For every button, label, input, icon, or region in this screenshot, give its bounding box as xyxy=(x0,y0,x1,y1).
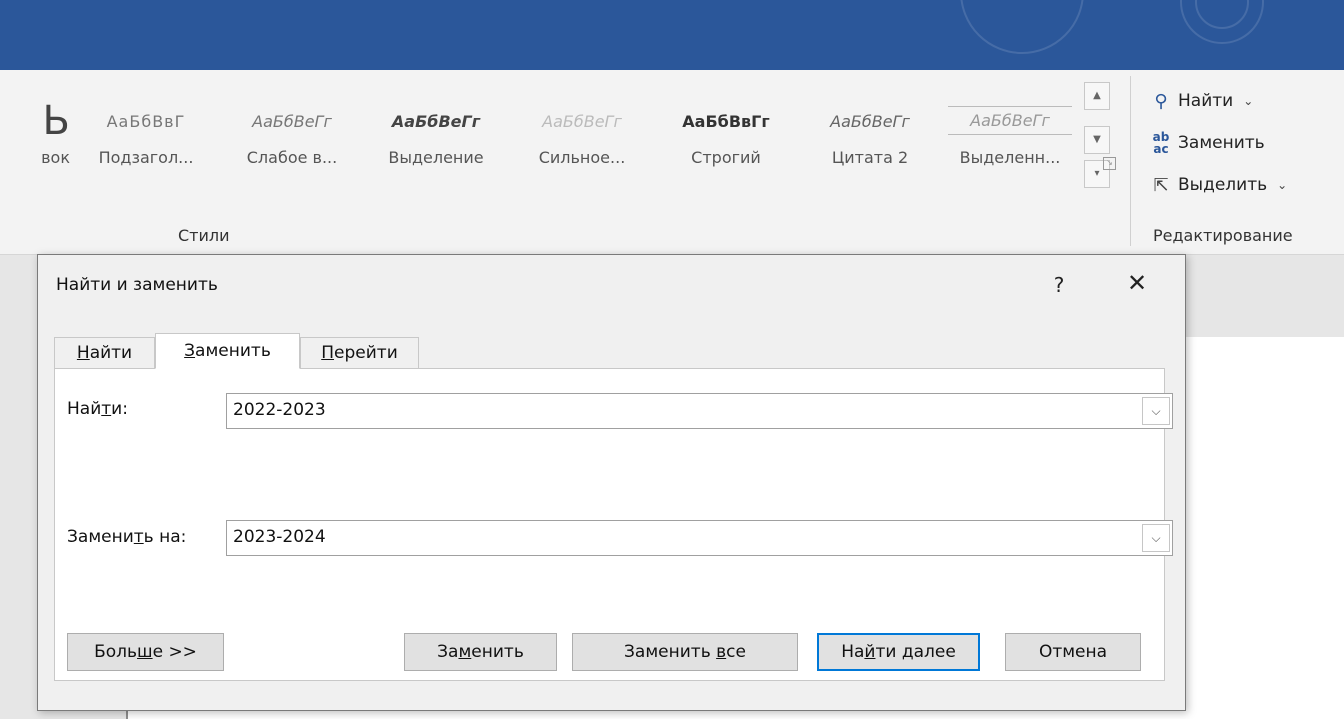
style-name: Подзагол... xyxy=(98,148,194,167)
replace-with-combobox[interactable]: 2023-2024 ⌵ xyxy=(226,520,1173,556)
group-separator xyxy=(1130,76,1131,246)
style-sample: Ь xyxy=(42,98,70,144)
replace-button-accesskey: м xyxy=(458,642,472,662)
more-button[interactable]: Больше >> xyxy=(67,633,224,671)
chevron-down-icon[interactable]: ⌵ xyxy=(1142,397,1170,425)
chevron-down-icon: ⌄ xyxy=(1243,94,1254,108)
tab-goto-label: ерейти xyxy=(334,343,398,363)
styles-gallery: Ь вок АаБбВвГ Подзагол... АаБбВеГг Слабо… xyxy=(0,80,1114,220)
replace-all-button-pre: Заменить xyxy=(624,642,717,662)
cancel-button-label: Отмена xyxy=(1038,642,1108,662)
replace-with-label-pre: Замени xyxy=(67,527,134,547)
replace-icon: ab ac xyxy=(1152,130,1170,156)
tab-find-label: айти xyxy=(89,343,133,363)
replace-with-label: Заменить на: xyxy=(67,527,186,547)
replace-button-post: енить xyxy=(471,642,524,662)
more-button-post: е >> xyxy=(152,642,197,662)
replace-with-input[interactable]: 2023-2024 xyxy=(233,527,326,547)
style-item[interactable]: АаБбВеГг Цитата 2 xyxy=(800,98,940,180)
tab-replace-accesskey: З xyxy=(184,341,196,361)
style-sample: АаБбВеГг xyxy=(948,106,1072,135)
replace-with-label-post: ь на: xyxy=(143,527,187,547)
more-button-pre: Боль xyxy=(94,642,138,662)
find-what-combobox[interactable]: 2022-2023 ⌵ xyxy=(226,393,1173,429)
tab-goto-accesskey: П xyxy=(321,343,335,363)
style-item[interactable]: АаБбВеГг Выделение xyxy=(366,98,506,180)
cursor-select-icon: ⇱ xyxy=(1153,174,1169,196)
style-sample: АаБбВеГг xyxy=(542,112,622,131)
replace-label: Заменить xyxy=(1178,133,1265,153)
find-what-label-pre: Най xyxy=(67,399,102,419)
find-next-button-pre: На xyxy=(841,642,865,662)
style-item[interactable]: АаБбВеГг Сильное... xyxy=(512,98,652,180)
replace-button-pre: За xyxy=(437,642,459,662)
style-item[interactable]: АаБбВеГг Слабое в... xyxy=(222,98,362,180)
select-button[interactable]: ⇱ Выделить ⌄ xyxy=(1150,170,1287,200)
style-sample: АаБбВвГг xyxy=(682,112,770,131)
style-sample: АаБбВеГг xyxy=(830,112,910,131)
replace-button[interactable]: ab ac Заменить xyxy=(1150,128,1265,158)
tab-find-accesskey: Н xyxy=(76,343,90,363)
styles-dialog-launcher[interactable]: ↘ xyxy=(1103,157,1116,170)
chevron-down-icon[interactable]: ⌵ xyxy=(1142,524,1170,552)
title-bar-decoration xyxy=(960,0,1084,54)
style-name: Выделенн... xyxy=(959,148,1061,167)
editing-group-label: Редактирование xyxy=(1153,226,1293,245)
style-sample: АаБбВвГ xyxy=(106,112,186,131)
find-next-button-accesskey: й xyxy=(864,642,876,662)
ribbon: Ь вок АаБбВвГ Подзагол... АаБбВеГг Слабо… xyxy=(0,70,1344,255)
style-sample: АаБбВеГг xyxy=(391,112,481,131)
style-item[interactable]: Ь вок xyxy=(0,98,70,180)
close-button[interactable]: ✕ xyxy=(1120,269,1154,297)
find-what-label-post: и: xyxy=(111,399,128,419)
window-title-bar xyxy=(0,0,1344,70)
more-button-accesskey: ш xyxy=(137,642,153,662)
cancel-button[interactable]: Отмена xyxy=(1005,633,1141,671)
replace-button[interactable]: Заменить xyxy=(404,633,557,671)
style-name: Сильное... xyxy=(538,148,626,167)
find-replace-dialog: Найти и заменить ? ✕ Найти Заменить Пере… xyxy=(37,254,1186,711)
style-sample: АаБбВеГг xyxy=(252,112,332,131)
gallery-scroll-down-button[interactable]: ▼ xyxy=(1084,126,1110,154)
style-item[interactable]: АаБбВеГг Выделенн... xyxy=(940,98,1080,180)
replace-with-accesskey: т xyxy=(133,527,144,547)
style-item[interactable]: АаБбВвГ Подзагол... xyxy=(76,98,216,180)
find-button[interactable]: ⚲ Найти ⌄ xyxy=(1150,86,1253,116)
styles-group-label: Стили xyxy=(178,226,230,245)
style-name: Цитата 2 xyxy=(831,148,909,167)
dialog-title: Найти и заменить xyxy=(56,275,218,295)
chevron-down-icon: ⌄ xyxy=(1277,178,1288,192)
tab-find[interactable]: Найти xyxy=(54,337,155,369)
help-button[interactable]: ? xyxy=(1044,273,1074,297)
tab-goto[interactable]: Перейти xyxy=(300,337,419,369)
tab-replace[interactable]: Заменить xyxy=(155,333,300,369)
style-name: Выделение xyxy=(388,148,484,167)
select-label: Выделить xyxy=(1178,175,1268,195)
style-name: Строгий xyxy=(691,148,761,167)
style-name: Слабое в... xyxy=(246,148,338,167)
style-item[interactable]: АаБбВвГг Строгий xyxy=(656,98,796,180)
gallery-scroll: ▲ ▼ ▾ xyxy=(1084,82,1110,208)
gallery-scroll-up-button[interactable]: ▲ xyxy=(1084,82,1110,110)
find-what-label: Найти: xyxy=(67,399,128,419)
find-label: Найти xyxy=(1178,91,1234,111)
replace-all-button-accesskey: в xyxy=(716,642,727,662)
tab-replace-label: аменить xyxy=(195,341,271,361)
style-name: вок xyxy=(41,148,70,167)
search-icon: ⚲ xyxy=(1154,90,1168,112)
find-next-button[interactable]: Найти далее xyxy=(817,633,980,671)
find-what-input[interactable]: 2022-2023 xyxy=(233,400,326,420)
find-next-button-post: ти далее xyxy=(875,642,956,662)
replace-all-button-post: се xyxy=(726,642,746,662)
replace-all-button[interactable]: Заменить все xyxy=(572,633,798,671)
find-what-accesskey: т xyxy=(101,399,112,419)
